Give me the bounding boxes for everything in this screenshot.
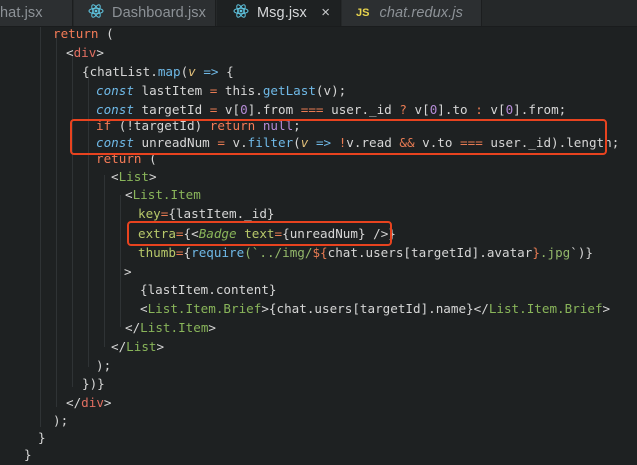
code-line: thumb={require(`../img/${chat.users[targ… (138, 245, 594, 260)
tab-chat-jsx[interactable]: hat.jsx (0, 0, 73, 26)
code-line: {chatList.map(v => { (82, 64, 234, 79)
tab-label: Dashboard.jsx (112, 5, 206, 21)
tab-label: hat.jsx (0, 5, 43, 21)
tab-label: Msg.jsx (257, 5, 307, 21)
code-line: } (38, 430, 46, 445)
highlight-box-filter (70, 119, 607, 155)
indent-guide (120, 195, 121, 327)
tab-label: chat.redux.js (379, 5, 463, 21)
code-line: })} (82, 376, 105, 391)
code-line: {lastItem.content} (140, 282, 277, 297)
code-editor[interactable]: return ( <div> {chatList.map(v => { cons… (0, 26, 637, 462)
editor-tab-bar: hat.jsx Dashboard.jsx Msg.jsx × JS chat.… (0, 0, 637, 27)
code-line: </List.Item> (125, 320, 217, 335)
indent-guide (104, 175, 105, 347)
code-line: const lastItem = this.getLast(v); (96, 83, 347, 98)
close-icon[interactable]: × (321, 4, 330, 21)
code-line: <div> (66, 45, 104, 60)
code-line: > (124, 264, 132, 279)
code-line: return ( (53, 26, 114, 41)
react-icon (233, 3, 249, 23)
indent-guide (72, 55, 73, 387)
code-line: ); (96, 358, 112, 373)
code-line: </List> (111, 339, 165, 354)
js-file-icon: JS (356, 7, 370, 19)
tab-dashboard-jsx[interactable]: Dashboard.jsx (74, 0, 216, 26)
code-line: <List.Item (125, 187, 201, 202)
indent-guide (56, 35, 57, 407)
code-line: </div> (66, 395, 112, 410)
code-line: } (24, 447, 32, 462)
indent-guide (40, 27, 41, 427)
code-line: <List.Item.Brief>{chat.users[targetId].n… (140, 301, 611, 316)
code-line: ); (53, 413, 69, 428)
code-line: <List> (111, 169, 157, 184)
tab-chat-redux-js[interactable]: JS chat.redux.js (342, 0, 482, 26)
tab-msg-jsx[interactable]: Msg.jsx × (217, 0, 341, 26)
react-icon (88, 3, 104, 23)
